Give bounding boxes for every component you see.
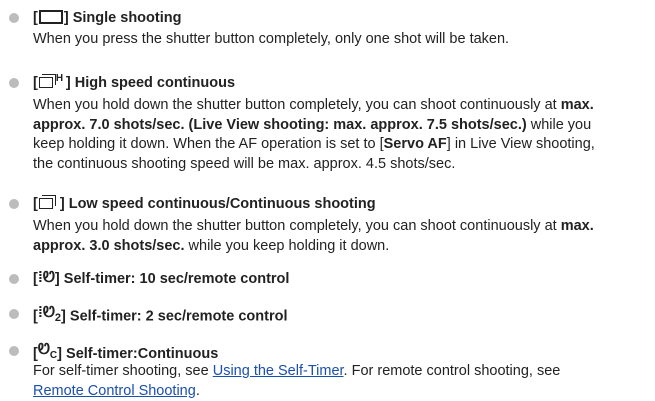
- item-title: [⁞Ꮼ] Self-timer: 10 sec/remote control: [33, 269, 290, 287]
- bullet: [9, 309, 19, 319]
- item-title: [] Low speed continuous/Continuous shoot…: [33, 195, 376, 212]
- item-description: When you press the shutter button comple…: [33, 31, 510, 47]
- single-shooting-icon: [38, 10, 63, 25]
- item-description: For self-timer shooting, see Using the S…: [33, 363, 561, 399]
- high-speed-continuous-icon: H: [38, 73, 63, 89]
- bullet: [9, 78, 19, 88]
- bullet: [9, 13, 19, 23]
- bullet: [9, 199, 19, 209]
- remote-control-shooting-link[interactable]: Remote Control Shooting: [33, 383, 196, 399]
- item-description: When you hold down the shutter button co…: [33, 97, 595, 172]
- self-timer-2-icon: ⁞Ꮼ2: [37, 304, 62, 324]
- using-self-timer-link[interactable]: Using the Self-Timer: [213, 363, 344, 379]
- bullet: [9, 274, 19, 284]
- bullet: [9, 346, 19, 356]
- self-timer-10-icon: ⁞Ꮼ: [37, 269, 55, 287]
- item-description: When you hold down the shutter button co…: [33, 218, 594, 254]
- item-title: [⁞Ꮼ2] Self-timer: 2 sec/remote control: [33, 304, 288, 328]
- low-speed-continuous-icon: [38, 195, 59, 210]
- item-title: [H] High speed continuous: [33, 73, 236, 91]
- item-title: [] Single shooting: [33, 10, 182, 26]
